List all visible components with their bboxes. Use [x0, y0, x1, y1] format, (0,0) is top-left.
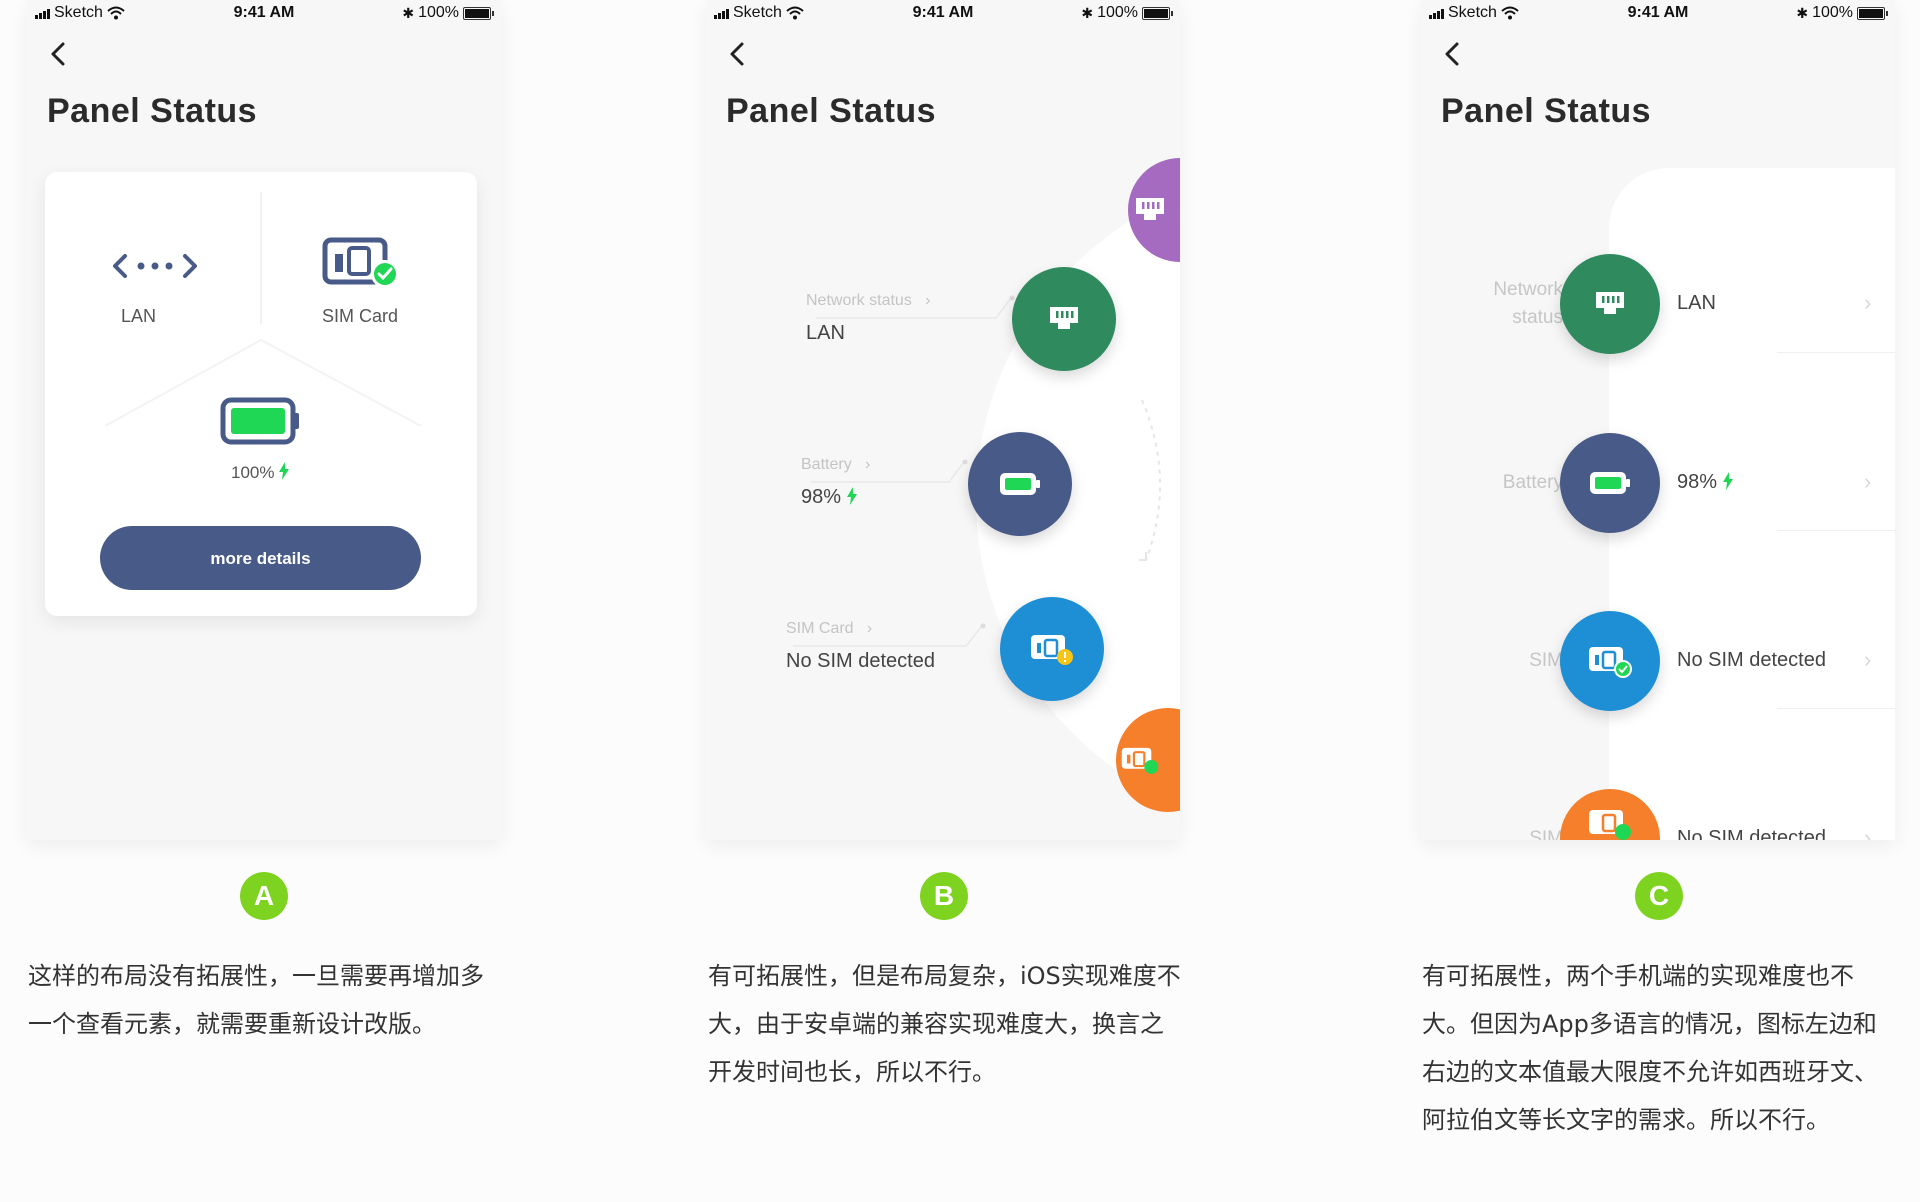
status-bar: Sketch 9:41 AM ✱ 100%: [1421, 0, 1895, 26]
ethernet-icon: [1050, 307, 1078, 329]
network-status-value: LAN: [806, 322, 845, 344]
phone-c-screen: Sketch 9:41 AM ✱ 100% Panel Status Netwo…: [1421, 0, 1895, 840]
battery-percent-label: 100%: [231, 463, 275, 482]
ethernet-icon: [1136, 198, 1164, 220]
sim-card-check-icon: [1589, 647, 1632, 678]
sim-card-warning-icon: [1031, 635, 1073, 665]
phone-a-screen: Sketch 9:41 AM ✱ 100% Panel Status LAN S…: [27, 0, 501, 840]
option-b-caption: 有可拓展性，但是布局复杂，iOS实现难度不大，由于安卓端的兼容实现难度大，换言之…: [708, 962, 1181, 1086]
row-divider: [1777, 352, 1895, 353]
battery-percent: 100%: [1812, 4, 1853, 21]
page-title: Panel Status: [1441, 92, 1652, 130]
bluetooth-icon: ✱: [402, 4, 415, 21]
charging-bolt-icon: [846, 487, 857, 505]
network-status-link[interactable]: Network status ›: [806, 292, 930, 310]
sim-card-link[interactable]: SIM Card ›: [786, 620, 872, 638]
row-divider: [1777, 530, 1895, 531]
page-title: Panel Status: [47, 92, 258, 130]
option-a-caption: 这样的布局没有拓展性，一旦需要再增加多一个查看元素，就需要重新设计改版。: [28, 962, 484, 1038]
battery-value: 98%: [1677, 471, 1718, 493]
sim-label: SIM: [1529, 650, 1563, 671]
sim-card-check-icon: [322, 237, 399, 288]
sim-value: No SIM detected: [1677, 827, 1826, 840]
battery-link[interactable]: Battery ›: [801, 456, 870, 474]
chevron-right-icon[interactable]: ›: [1864, 290, 1871, 316]
status-bar: Sketch 9:41 AM ✱ 100%: [27, 0, 501, 26]
chevron-right-icon[interactable]: ›: [1864, 825, 1871, 840]
network-status-label: Network status: [806, 292, 912, 309]
battery-label: Battery: [1502, 472, 1563, 493]
charging-bolt-icon: [279, 462, 290, 480]
sim-card-check-icon: [1121, 747, 1159, 774]
row-divider: [1777, 708, 1895, 709]
battery-status-circle[interactable]: [1560, 433, 1660, 533]
option-a-badge: A: [240, 872, 288, 920]
battery-icon: [463, 6, 494, 20]
back-chevron-icon[interactable]: [1435, 36, 1475, 72]
status-card: LAN SIM Card 100% more details: [45, 172, 477, 616]
network-status-circle[interactable]: [1012, 267, 1116, 371]
lan-icon: [113, 254, 197, 278]
chevron-right-icon: ›: [856, 456, 871, 473]
radial-menu-backdrop: [793, 195, 1180, 805]
option-c-badge: C: [1635, 872, 1683, 920]
network-status-circle[interactable]: [1560, 254, 1660, 354]
phone-b-screen: Sketch 9:41 AM ✱ 100% Panel Status Netwo…: [706, 0, 1180, 840]
battery-full-icon: [1000, 473, 1040, 495]
battery-status-circle[interactable]: [968, 432, 1072, 536]
battery-icon: [1857, 6, 1888, 20]
ethernet-icon: [1596, 292, 1624, 314]
battery-percent: 100%: [418, 4, 459, 21]
bluetooth-icon: ✱: [1796, 4, 1809, 21]
sim-card-label: SIM Card: [322, 306, 399, 326]
chevron-right-icon: ›: [916, 292, 931, 309]
back-chevron-icon[interactable]: [41, 36, 81, 72]
option-c-caption: 有可拓展性，两个手机端的实现难度也不大。但因为App多语言的情况，图标左边和右边…: [1422, 962, 1878, 1134]
battery-full-icon: [1590, 472, 1630, 494]
sim-value: No SIM detected: [1677, 649, 1826, 671]
sim-label: SIM: [1529, 828, 1563, 840]
lan-label: LAN: [121, 306, 157, 326]
charging-bolt-icon: [1722, 472, 1733, 490]
battery-value: 98%: [801, 486, 842, 508]
chevron-right-icon[interactable]: ›: [1864, 469, 1871, 495]
chevron-right-icon[interactable]: ›: [1864, 647, 1871, 673]
sim-status-circle[interactable]: [1000, 597, 1104, 701]
sim-card-value: No SIM detected: [786, 650, 935, 672]
sim-card-check-icon: [1589, 810, 1631, 840]
network-status-label: Network status: [1493, 279, 1563, 328]
more-details-button[interactable]: more details: [100, 526, 421, 590]
option-b-badge: B: [920, 872, 968, 920]
sim-card-label: SIM Card: [786, 620, 854, 637]
network-status-value: LAN: [1677, 292, 1716, 314]
battery-label: Battery: [801, 456, 852, 473]
chevron-right-icon: ›: [858, 620, 873, 637]
battery-full-icon: [220, 397, 299, 445]
sim-status-circle[interactable]: [1560, 611, 1660, 711]
